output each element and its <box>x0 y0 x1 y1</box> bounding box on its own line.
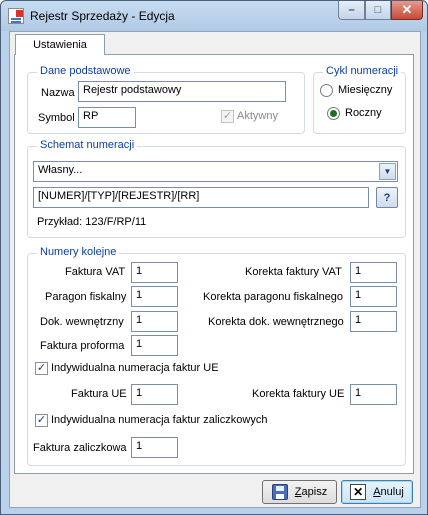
close-button[interactable]: ✕ <box>391 1 423 20</box>
minimize-button[interactable]: – <box>338 1 365 20</box>
vat-correction-input[interactable]: 1 <box>350 262 397 283</box>
name-label: Nazwa <box>41 87 75 99</box>
save-button[interactable]: Zapisz <box>262 480 337 504</box>
maximize-icon: □ <box>374 4 382 16</box>
cancel-button[interactable]: ✕ Anuluj <box>341 480 413 504</box>
advance-numbering-label: Indywidualna numeracja faktur zaliczkowy… <box>51 414 268 426</box>
tab-label: Ustawienia <box>33 39 87 51</box>
tab-ustawienia[interactable]: Ustawienia <box>15 34 105 55</box>
window-title: Rejestr Sprzedaży - Edycja <box>30 9 175 23</box>
app-icon <box>8 8 24 24</box>
chevron-down-icon[interactable]: ▼ <box>379 163 396 180</box>
ue-correction-input[interactable]: 1 <box>350 384 397 405</box>
scheme-select[interactable]: Własny... ▼ <box>33 161 398 182</box>
radio-selected-dot <box>330 110 337 117</box>
radio-yearly[interactable] <box>327 107 340 120</box>
radio-monthly-label: Miesięczny <box>338 84 393 96</box>
group-title: Dane podstawowe <box>37 65 134 77</box>
ue-invoice-input[interactable]: 1 <box>131 384 178 405</box>
check-icon: ✓ <box>36 362 47 374</box>
radio-yearly-label: Roczny <box>345 107 382 119</box>
name-input[interactable]: Rejestr podstawowy <box>78 81 286 102</box>
advance-invoice-input[interactable]: 1 <box>131 437 178 458</box>
internal-doc-label: Dok. wewnętrzny <box>40 316 124 328</box>
vat-invoice-label: Faktura VAT <box>65 266 126 278</box>
advance-numbering-checkbox[interactable]: ✓ <box>35 414 48 427</box>
scheme-select-value: Własny... <box>38 164 83 176</box>
help-button[interactable]: ? <box>376 187 398 208</box>
ue-numbering-checkbox[interactable]: ✓ <box>35 362 48 375</box>
radio-monthly[interactable] <box>320 84 333 97</box>
proforma-label: Faktura proforma <box>40 340 125 352</box>
receipt-input[interactable]: 1 <box>131 286 178 307</box>
check-icon: ✓ <box>36 414 47 426</box>
ue-correction-label: Korekta faktury UE <box>252 388 345 400</box>
internal-doc-input[interactable]: 1 <box>131 311 178 332</box>
active-label: Aktywny <box>237 110 278 122</box>
advance-invoice-label: Faktura zaliczkowa <box>33 442 127 454</box>
symbol-input[interactable]: RP <box>78 107 136 128</box>
receipt-correction-input[interactable]: 1 <box>350 286 397 307</box>
group-numbering-cycle: Cykl numeracji <box>313 65 406 134</box>
ue-numbering-label: Indywidualna numeracja faktur UE <box>51 362 219 374</box>
close-icon: ✕ <box>401 2 413 17</box>
scheme-pattern-input[interactable]: [NUMER]/[TYP]/[REJESTR]/[RR] <box>33 187 369 208</box>
internal-correction-label: Korekta dok. wewnętrznego <box>208 316 344 328</box>
save-button-label: Zapisz <box>294 486 328 498</box>
receipt-label: Paragon fiskalny <box>45 291 127 303</box>
cancel-button-label: Anuluj <box>373 486 404 498</box>
cancel-icon: ✕ <box>350 484 367 500</box>
ue-invoice-label: Faktura UE <box>71 388 127 400</box>
save-icon <box>271 484 288 500</box>
group-title: Schemat numeracji <box>37 139 138 151</box>
receipt-correction-label: Korekta paragonu fiskalnego <box>203 291 344 303</box>
symbol-label: Symbol <box>38 112 75 124</box>
group-title: Numery kolejne <box>37 246 120 258</box>
group-sequence-numbers: Numery kolejne <box>27 246 406 466</box>
internal-correction-input[interactable]: 1 <box>350 311 397 332</box>
check-icon: ✓ <box>222 110 233 122</box>
scheme-example: Przykład: 123/F/RP/11 <box>37 216 147 228</box>
active-checkbox[interactable]: ✓ <box>221 110 234 123</box>
vat-invoice-input[interactable]: 1 <box>131 262 178 283</box>
vat-correction-label: Korekta faktury VAT <box>245 266 342 278</box>
title-bar[interactable]: Rejestr Sprzedaży - Edycja – □ ✕ <box>1 1 427 31</box>
maximize-button[interactable]: □ <box>365 1 391 20</box>
proforma-input[interactable]: 1 <box>131 335 178 356</box>
minimize-icon: – <box>348 4 355 16</box>
group-title: Cykl numeracji <box>323 65 402 77</box>
